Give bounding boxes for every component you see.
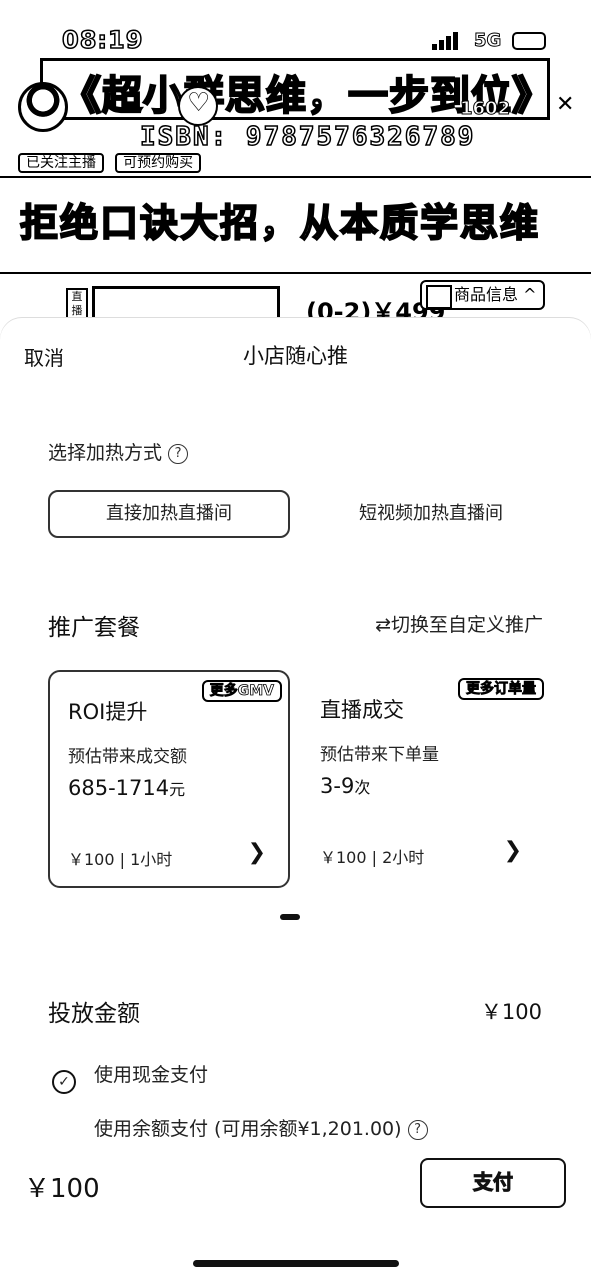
stream-tag: 已关注主播 xyxy=(18,153,104,173)
pay-option-cash[interactable]: ✓ 使用现金支付 xyxy=(52,1060,209,1094)
divider xyxy=(0,272,591,274)
amount-value: ￥100 xyxy=(480,1000,542,1024)
help-icon[interactable]: ? xyxy=(168,444,189,464)
divider xyxy=(0,176,591,178)
check-circle-icon: ✓ xyxy=(52,1070,76,1094)
package-metric-label: 预估带来下单量 xyxy=(320,745,439,765)
switch-custom-link[interactable]: ⇄切换至自定义推广 xyxy=(375,610,543,637)
heat-option-direct[interactable]: 直接加热直播间 xyxy=(48,490,290,538)
package-tag: 更多订单量 xyxy=(458,678,544,700)
package-metric: 3-9次 xyxy=(320,774,370,798)
live-stream-background: 08:19 5G 《超小群思维，一步到位》 1602 ✕ ISBN: 97875… xyxy=(0,0,591,340)
unchecked-radio xyxy=(52,1116,76,1140)
host-avatar[interactable] xyxy=(18,82,68,132)
package-name: 直播成交 xyxy=(320,698,404,722)
amount-row: 投放金额 ￥100 xyxy=(48,994,542,1028)
package-price-duration: ￥100 | 2小时 xyxy=(320,848,425,867)
live-badge: 直播 xyxy=(66,288,88,322)
heat-method-label-text: 选择加热方式 xyxy=(48,442,163,464)
stream-slogan: 拒绝口诀大招，从本质学思维 xyxy=(19,200,541,246)
package-tag: 更多GMV xyxy=(201,680,282,702)
promotion-sheet: 取消 小店随心推 选择加热方式? 直接加热直播间 短视频加热直播间 推广套餐 ⇄… xyxy=(0,318,591,1280)
network-type: 5G xyxy=(473,30,502,52)
package-metric-unit: 元 xyxy=(169,780,186,799)
package-metric-label: 预估带来成交额 xyxy=(68,747,187,767)
package-card-live-deal[interactable]: 更多订单量 直播成交 预估带来下单量 3-9次 ￥100 | 2小时 ❯ xyxy=(300,670,550,888)
package-title: 推广套餐 xyxy=(48,615,140,641)
stream-tags: 已关注主播 可预约购买 xyxy=(18,152,207,174)
goods-info-button[interactable]: 商品信息 ^ xyxy=(420,280,545,310)
heat-method-label: 选择加热方式? xyxy=(48,438,189,465)
package-metric: 685-1714元 xyxy=(68,776,185,800)
stream-tag: 可预约购买 xyxy=(115,153,202,173)
signal-icon xyxy=(432,32,466,50)
sheet-title: 小店随心推 xyxy=(243,344,348,368)
pay-button[interactable]: 支付 xyxy=(420,1158,566,1208)
pay-option-balance-label: 使用余额支付 (可用余额¥1,201.00) xyxy=(94,1118,402,1140)
package-card-roi[interactable]: 更多GMV ROI提升 预估带来成交额 685-1714元 ￥100 | 1小时… xyxy=(48,670,290,888)
carousel-indicator xyxy=(280,914,300,920)
total-amount: ￥100 xyxy=(24,1174,100,1204)
heat-option-short-video[interactable]: 短视频加热直播间 xyxy=(320,490,542,538)
pay-option-cash-label: 使用现金支付 xyxy=(94,1064,209,1086)
chevron-right-icon[interactable]: ❯ xyxy=(248,840,266,865)
package-metric-unit: 次 xyxy=(354,778,371,797)
status-bar: 08:19 5G xyxy=(0,22,591,58)
viewer-count: 1602 xyxy=(459,98,511,120)
heart-icon[interactable] xyxy=(178,86,218,126)
help-icon[interactable]: ? xyxy=(407,1120,428,1140)
amount-label: 投放金额 xyxy=(48,1001,140,1027)
status-time: 08:19 xyxy=(61,25,144,55)
home-indicator[interactable] xyxy=(193,1260,399,1267)
package-metric-value: 685-1714 xyxy=(68,776,170,800)
host-name-plate xyxy=(92,286,280,322)
pay-option-balance[interactable]: 使用余额支付 (可用余额¥1,201.00)? xyxy=(52,1114,428,1144)
isbn-text: ISBN: 9787576326789 xyxy=(139,121,476,153)
package-metric-value: 3-9 xyxy=(320,774,355,798)
package-price-duration: ￥100 | 1小时 xyxy=(68,850,173,869)
close-icon[interactable]: ✕ xyxy=(556,92,574,117)
live-product-row: 直播 (0-2)￥499 商品信息 ^ xyxy=(0,280,591,326)
chevron-right-icon[interactable]: ❯ xyxy=(504,838,522,863)
battery-icon xyxy=(512,32,546,50)
package-name: ROI提升 xyxy=(68,700,148,724)
